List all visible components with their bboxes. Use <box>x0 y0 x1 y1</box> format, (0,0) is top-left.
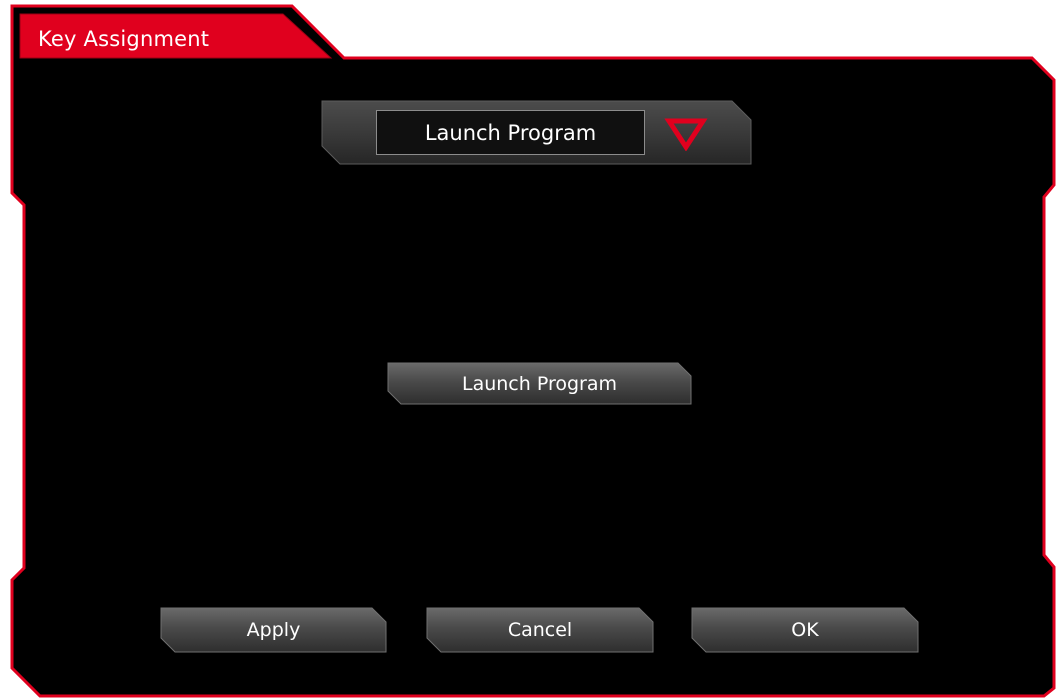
mode-select[interactable]: Launch Program <box>376 110 645 155</box>
dropdown-arrow-icon[interactable] <box>664 117 708 151</box>
launch-program-button[interactable]: Launch Program <box>387 362 692 405</box>
dialog-title: Key Assignment <box>38 27 210 51</box>
ok-button[interactable]: OK <box>691 607 919 653</box>
cancel-button[interactable]: Cancel <box>426 607 654 653</box>
apply-button[interactable]: Apply <box>160 607 387 653</box>
dialog-frame <box>10 4 1056 698</box>
